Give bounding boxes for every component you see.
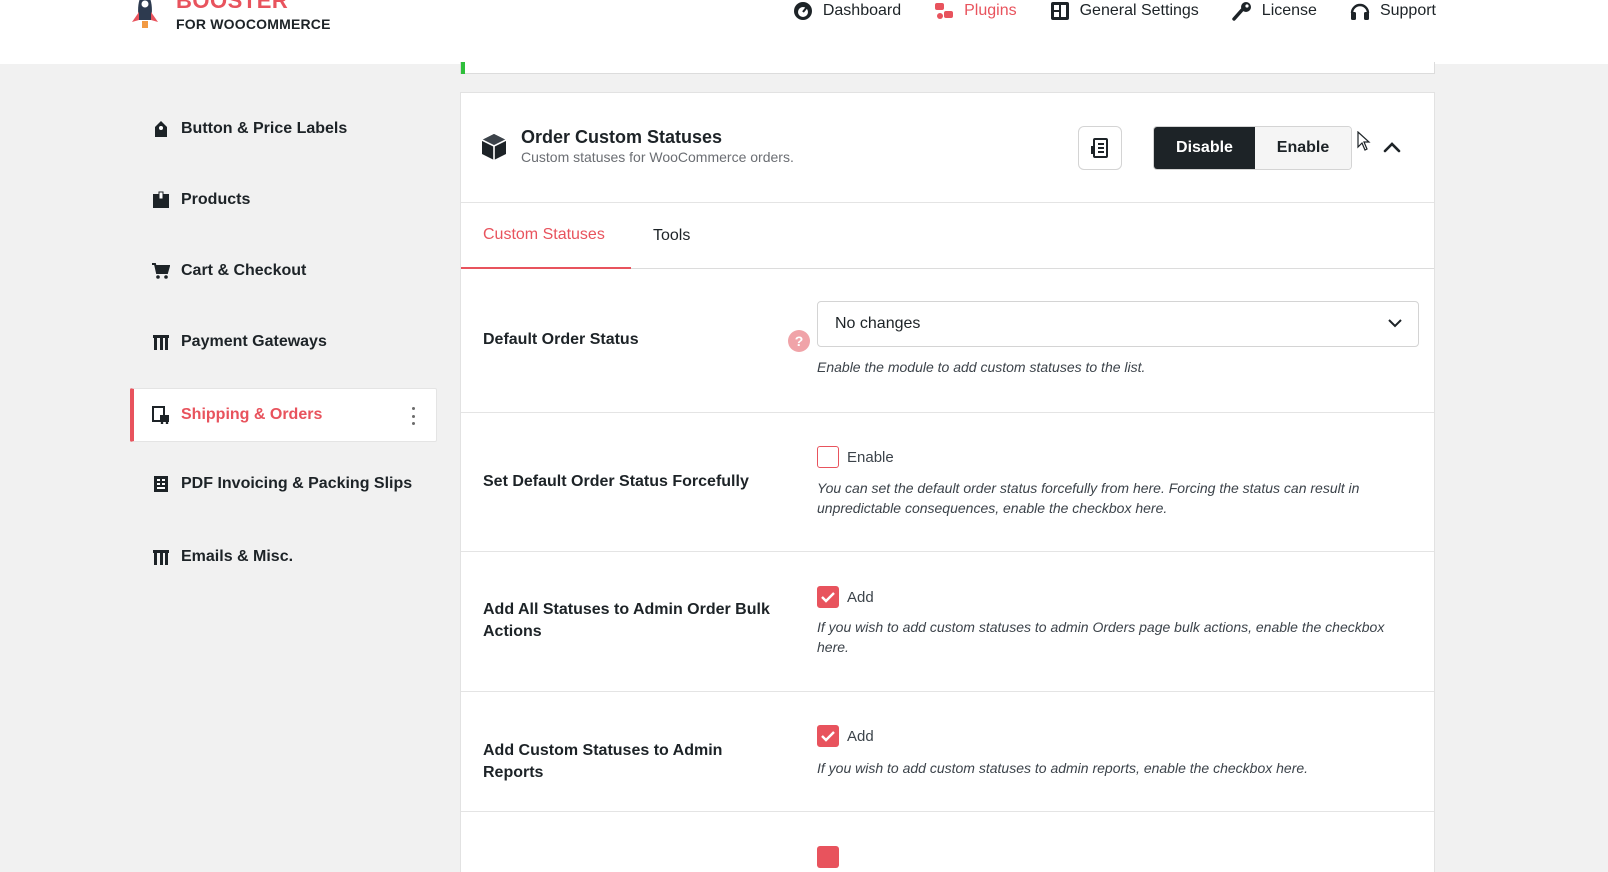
- admin-reports-checkbox-field[interactable]: Add: [817, 725, 874, 747]
- setting-hint: If you wish to add custom statuses to ad…: [817, 760, 1309, 776]
- bulk-actions-checkbox-field[interactable]: Add: [817, 586, 874, 608]
- sidebar-item-shipping-orders[interactable]: Shipping & Orders: [130, 388, 437, 442]
- enabled-indicator: [461, 62, 465, 74]
- headset-icon: [1350, 1, 1370, 21]
- setting-row-default-order-status: Default Order Status ? No changes Enable…: [461, 270, 1434, 413]
- sidebar-item-button-price-labels[interactable]: Button & Price Labels: [130, 102, 437, 156]
- top-header: BOOSTER FOR WOOCOMMERCE Dashboard Plugin…: [0, 0, 1608, 64]
- tab-custom-statuses[interactable]: Custom Statuses: [461, 203, 631, 269]
- nav-dashboard-label: Dashboard: [822, 2, 902, 19]
- setting-hint: You can set the default order status for…: [817, 480, 1360, 516]
- shipping-icon: [152, 406, 170, 424]
- brand-logo[interactable]: BOOSTER FOR WOOCOMMERCE: [130, 0, 331, 34]
- enable-button[interactable]: Enable: [1255, 127, 1351, 169]
- nav-plugins-label: Plugins: [964, 2, 1017, 19]
- sidebar-item-label: Emails & Misc.: [181, 548, 294, 565]
- setting-label: Default Order Status: [483, 331, 639, 348]
- nav-support-label: Support: [1379, 2, 1436, 19]
- module-header: Order Custom Statuses Custom statuses fo…: [461, 93, 1434, 203]
- top-navigation: Dashboard Plugins General Settings Licen…: [793, 0, 1436, 22]
- nav-dashboard[interactable]: Dashboard: [793, 1, 901, 21]
- nav-license-label: License: [1261, 2, 1317, 19]
- chevron-up-icon[interactable]: [1382, 140, 1402, 154]
- dashboard-icon: [793, 1, 813, 21]
- force-default-checkbox-field[interactable]: Enable: [817, 446, 894, 468]
- select-value: No changes: [835, 315, 921, 332]
- module-toggle: Disable Enable: [1153, 126, 1352, 170]
- sidebar-item-label: Products: [181, 191, 251, 208]
- mouse-cursor-icon: [1357, 131, 1371, 151]
- cube-icon: [481, 134, 507, 160]
- disable-button[interactable]: Disable: [1154, 127, 1255, 169]
- tag-icon: [152, 120, 170, 138]
- settings-grid-icon: [1050, 1, 1070, 21]
- box-icon: [152, 191, 170, 209]
- documentation-button[interactable]: [1078, 126, 1122, 170]
- previous-module-card: [460, 62, 1435, 74]
- force-default-checkbox[interactable]: [817, 446, 839, 468]
- setting-label: Add Custom Statuses to Admin Reports: [483, 742, 723, 781]
- brand-tagline: FOR WOOCOMMERCE: [176, 16, 331, 32]
- cart-icon: [152, 262, 170, 280]
- document-icon: [1091, 138, 1108, 158]
- nav-license[interactable]: License: [1232, 1, 1317, 21]
- sidebar-item-label: Shipping & Orders: [181, 406, 323, 423]
- nav-general-settings-label: General Settings: [1079, 2, 1199, 19]
- module-description: Custom statuses for WooCommerce orders.: [521, 149, 794, 165]
- rocket-logo-icon: [132, 0, 158, 28]
- setting-hint: Enable the module to add custom statuses…: [817, 359, 1146, 375]
- checkbox-label: Add: [847, 727, 874, 745]
- brand-name: BOOSTER: [176, 0, 289, 13]
- sidebar-item-label: Cart & Checkout: [181, 262, 307, 279]
- nav-general-settings[interactable]: General Settings: [1050, 1, 1199, 21]
- sidebar-item-products[interactable]: Products: [130, 173, 437, 227]
- module-tabs: Custom Statuses Tools: [461, 203, 1434, 269]
- sidebar-item-label: PDF Invoicing & Packing Slips: [181, 475, 413, 492]
- checkbox-label: Add: [847, 588, 874, 606]
- misc-icon: [152, 548, 170, 566]
- setting-row-force-default-status: Set Default Order Status Forcefully Enab…: [461, 413, 1434, 552]
- default-order-status-select[interactable]: No changes: [817, 301, 1419, 347]
- gateway-icon: [152, 333, 170, 351]
- admin-reports-checkbox[interactable]: [817, 725, 839, 747]
- next-setting-checkbox[interactable]: [817, 846, 839, 868]
- bulk-actions-checkbox[interactable]: [817, 586, 839, 608]
- module-card: Order Custom Statuses Custom statuses fo…: [460, 92, 1435, 872]
- more-options-icon[interactable]: [412, 407, 416, 425]
- nav-plugins[interactable]: Plugins: [934, 1, 1017, 21]
- invoice-icon: [152, 475, 170, 493]
- module-title: Order Custom Statuses: [521, 127, 723, 147]
- setting-label: Add All Statuses to Admin Order Bulk Act…: [483, 601, 770, 640]
- setting-hint: If you wish to add custom statuses to ad…: [817, 619, 1385, 655]
- checkmark-icon: [821, 731, 835, 742]
- help-icon[interactable]: ?: [788, 330, 810, 352]
- nav-support[interactable]: Support: [1350, 1, 1436, 21]
- setting-row-bulk-actions: Add All Statuses to Admin Order Bulk Act…: [461, 552, 1434, 692]
- sidebar-item-payment-gateways[interactable]: Payment Gateways: [130, 315, 437, 369]
- chevron-down-icon: [1388, 319, 1402, 328]
- checkbox-label: Enable: [847, 448, 894, 466]
- sidebar-item-label: Button & Price Labels: [181, 120, 348, 137]
- plugins-icon: [934, 1, 954, 21]
- setting-row-admin-reports: Add Custom Statuses to Admin Reports Add…: [461, 692, 1434, 812]
- sidebar-item-emails-misc[interactable]: Emails & Misc.: [130, 530, 437, 584]
- tab-tools[interactable]: Tools: [653, 203, 690, 269]
- sidebar-item-label: Payment Gateways: [181, 333, 327, 350]
- key-icon: [1232, 1, 1252, 21]
- checkmark-icon: [821, 592, 835, 603]
- setting-label: Set Default Order Status Forcefully: [483, 473, 749, 490]
- sidebar-item-cart-checkout[interactable]: Cart & Checkout: [130, 244, 437, 298]
- sidebar-item-pdf-invoicing[interactable]: PDF Invoicing & Packing Slips: [130, 457, 437, 511]
